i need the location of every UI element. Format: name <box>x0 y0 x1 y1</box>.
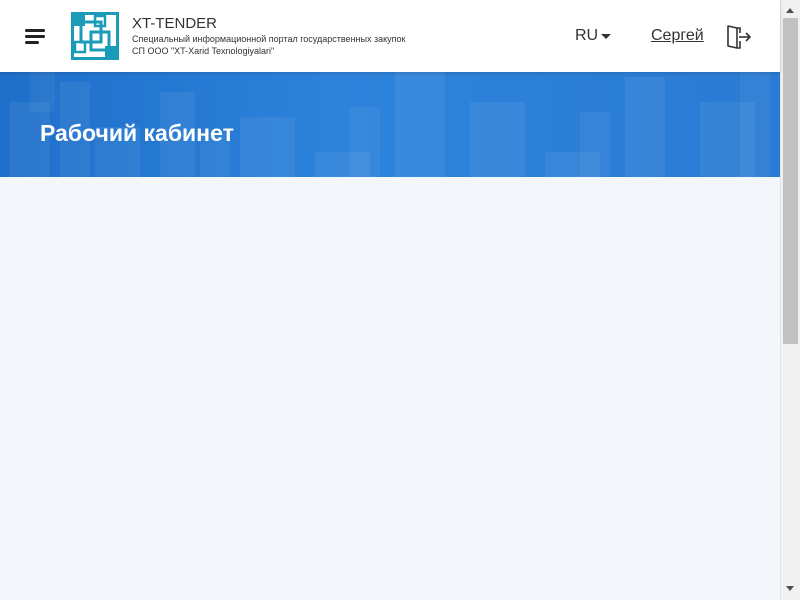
language-selector[interactable]: RU <box>575 27 598 45</box>
page-banner: Рабочий кабинет <box>0 72 780 177</box>
page-title: Рабочий кабинет <box>40 120 234 146</box>
caret-down-icon[interactable] <box>601 34 611 39</box>
user-profile-link[interactable]: Сергей <box>651 27 704 45</box>
hamburger-menu-icon[interactable] <box>22 24 50 48</box>
logout-door-icon[interactable] <box>726 24 752 50</box>
scroll-down-arrow-icon[interactable] <box>786 586 794 591</box>
page: XT-TENDER Специальный информационной пор… <box>0 0 780 600</box>
scrollbar-thumb[interactable] <box>783 18 798 344</box>
brand-title: XT-TENDER <box>132 15 218 32</box>
browser-viewport: XT-TENDER Специальный информационной пор… <box>0 0 800 600</box>
main-content-area <box>0 177 780 600</box>
brand-company: СП ООО "XT-Xarid Texnologiyalari" <box>132 46 275 56</box>
vertical-scrollbar[interactable] <box>780 0 800 600</box>
top-header: XT-TENDER Специальный информационной пор… <box>0 0 780 72</box>
xt-tender-logo[interactable] <box>71 12 119 60</box>
scroll-up-arrow-icon[interactable] <box>786 8 794 13</box>
brand-subtitle: Специальный информационной портал госуда… <box>132 34 406 44</box>
